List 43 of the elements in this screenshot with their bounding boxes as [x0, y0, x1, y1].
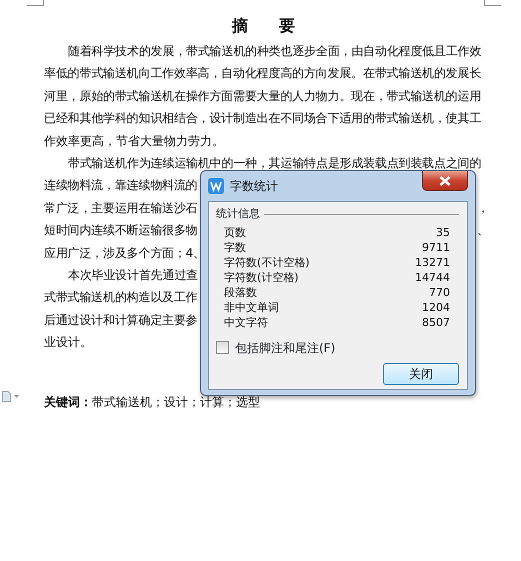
- stat-label: 段落数: [224, 284, 257, 300]
- checkbox-label[interactable]: 包括脚注和尾注(F): [235, 338, 336, 356]
- caret-icon[interactable]: [14, 395, 19, 398]
- stat-label: 字符数(不计空格): [224, 254, 310, 270]
- app-icon: [208, 178, 224, 194]
- paragraph-line: 式带式输送机的构造以及工作: [44, 289, 198, 306]
- paragraph-line: 、: [477, 222, 489, 240]
- stat-label: 非中文单词: [224, 300, 279, 314]
- paragraph-line: 短时间内连续不断运输很多物: [44, 222, 198, 240]
- stat-value: 9711: [422, 240, 450, 254]
- keywords-label: 关键词：: [44, 394, 92, 412]
- stat-value: 14744: [415, 270, 450, 284]
- stat-value: 35: [436, 224, 450, 240]
- checkbox[interactable]: [216, 341, 229, 354]
- stat-label: 字数: [224, 240, 246, 254]
- paragraph-line: 已经和其他学科的知识相结合，设计制造出在不同场合下适用的带式输送机，使其工: [44, 110, 482, 128]
- keywords-text: 带式输送机；设计；计算；选型: [92, 394, 260, 412]
- paragraph-line: 随着科学技术的发展，带式输送机的种类也逐步全面，由自动化程度低且工作效: [68, 43, 482, 60]
- group-label: 统计信息: [216, 206, 260, 222]
- paragraph-line: 应用广泛，涉及多个方面；4、: [44, 244, 205, 262]
- stat-value: 13271: [415, 254, 450, 270]
- paragraph-line: 后通过设计和计算确定主要参: [44, 312, 198, 329]
- stat-value: 1204: [422, 300, 450, 314]
- dialog-title: 字数统计: [230, 178, 278, 195]
- stat-label: 字符数(计空格): [224, 270, 299, 284]
- paragraph-line: 业设计。: [44, 334, 92, 352]
- paragraph-line: ，: [477, 200, 489, 217]
- document-title: 摘 要: [230, 15, 309, 37]
- paragraph-line: 本次毕业设计首先通过查: [68, 266, 198, 284]
- paragraph-line: 常广泛，主要运用在输送沙石: [44, 200, 198, 217]
- paragraph-line: 连续物料流，靠连续物料流的: [44, 177, 198, 194]
- stat-value: 8507: [422, 314, 450, 330]
- stat-value: 770: [429, 284, 450, 300]
- paragraph-line: 带式输送机作为连续运输机中的一种，其运输特点是形成装载点到装载点之间的: [68, 154, 482, 172]
- paragraph-line: 作效率更高，节省大量物力劳力。: [44, 132, 224, 150]
- document-icon[interactable]: [2, 391, 11, 402]
- stat-label: 中文字符: [224, 314, 268, 330]
- paragraph-line: 率低的带式输送机向工作效率高，自动化程度高的方向发展。在带式输送机的发展长: [44, 65, 482, 82]
- close-icon: [439, 176, 451, 186]
- close-button[interactable]: [422, 171, 468, 191]
- stat-label: 页数: [224, 224, 246, 240]
- paragraph-line: 河里，原始的带式输送机在操作方面需要大量的人力物力。现在，带式输送机的运用: [44, 88, 482, 105]
- close-dialog-button[interactable]: 关闭: [383, 362, 459, 384]
